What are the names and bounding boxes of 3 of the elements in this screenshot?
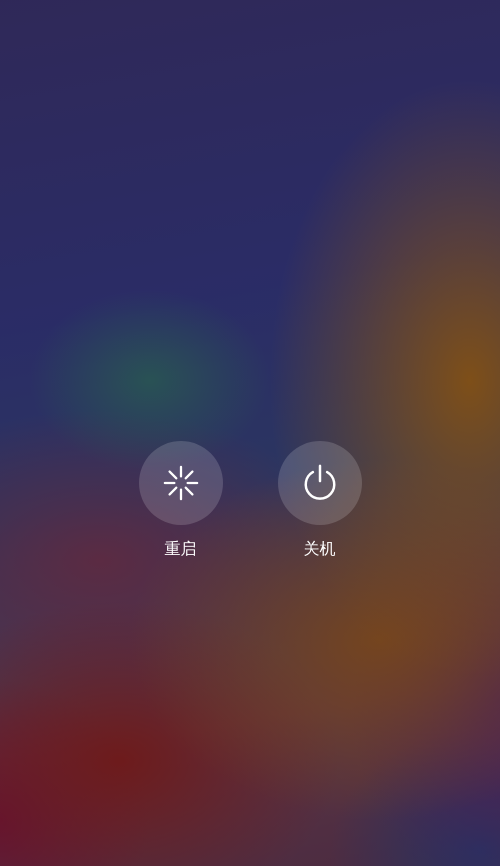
- loading-icon: [162, 464, 200, 502]
- button-label: 重启: [164, 539, 196, 559]
- button-label: 关机: [304, 539, 336, 559]
